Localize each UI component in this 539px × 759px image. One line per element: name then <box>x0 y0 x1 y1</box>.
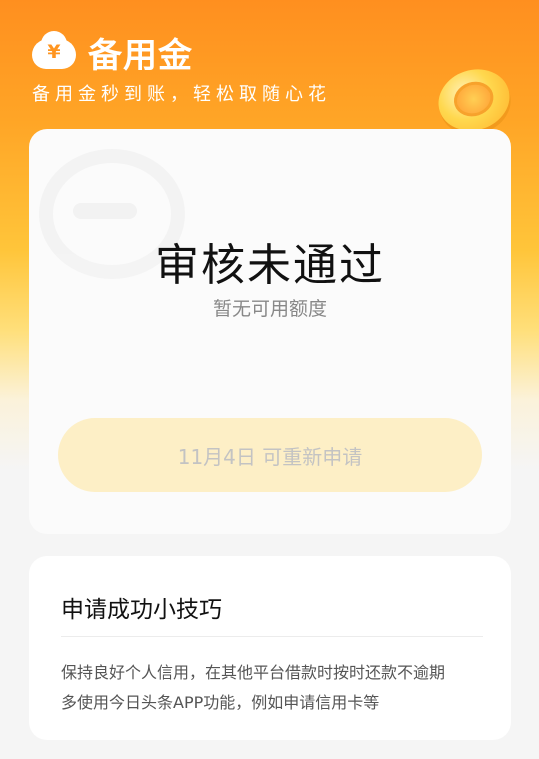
cloud-yen-logo-icon: ¥ <box>32 30 76 71</box>
reapply-button[interactable]: 11月4日 可重新申请 <box>58 418 482 492</box>
status-subtitle: 暂无可用额度 <box>212 298 327 320</box>
gold-coin-icon <box>430 60 518 140</box>
divider <box>61 636 483 637</box>
brand-header: ¥ 备用金 <box>32 28 193 77</box>
tip-item: 保持良好个人信用，在其他平台借款时按时还款不逾期 <box>61 663 446 682</box>
tip-item: 多使用今日头条APP功能，例如申请信用卡等 <box>61 693 380 712</box>
slogan: 备用金秒到账，轻松取随心花 <box>32 84 331 105</box>
tips-card: 申请成功小技巧 保持良好个人信用，在其他平台借款时按时还款不逾期 多使用今日头条… <box>29 556 511 740</box>
status-title: 审核未通过 <box>155 240 385 291</box>
brand-title: 备用金 <box>88 36 193 76</box>
status-card: 审核未通过 暂无可用额度 11月4日 可重新申请 <box>29 129 511 534</box>
tips-title: 申请成功小技巧 <box>61 597 222 623</box>
